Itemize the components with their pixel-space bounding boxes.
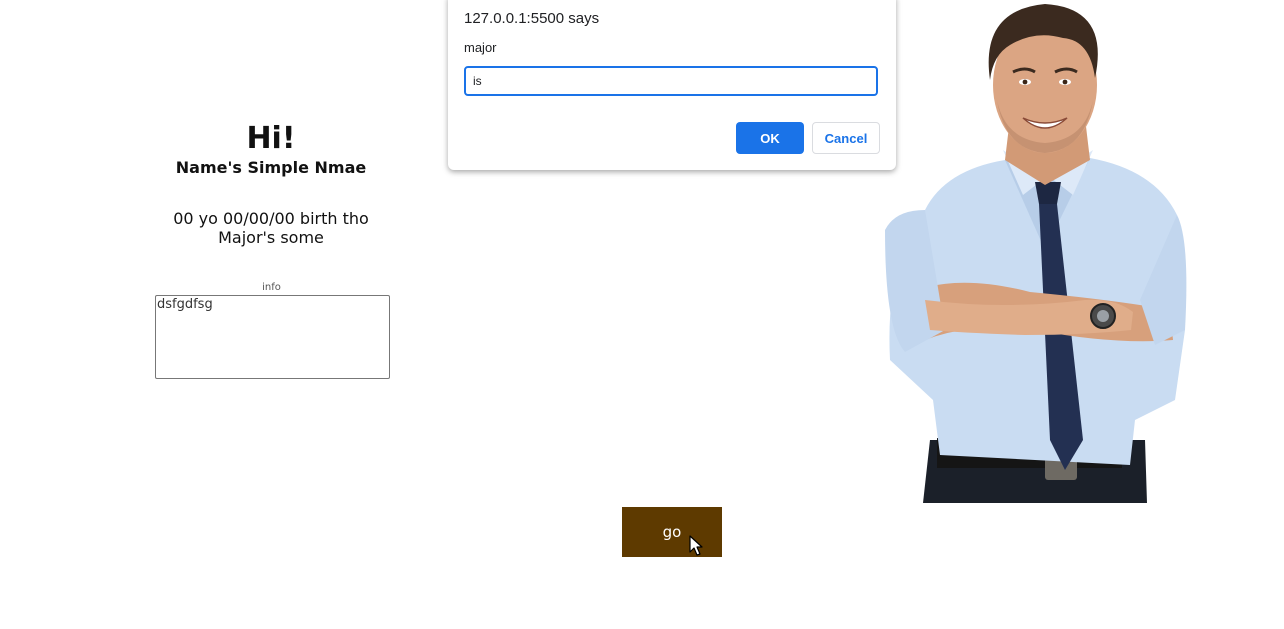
profile-section: Hi! Name's Simple Nmae 00 yo 00/00/00 bi… — [120, 120, 422, 247]
info-label: info — [262, 282, 281, 293]
info-textarea[interactable]: dsfgdfsg — [155, 295, 390, 379]
dialog-message: major — [464, 40, 497, 55]
dialog-origin-text: 127.0.0.1:5500 says — [464, 10, 600, 27]
profile-details: 00 yo 00/00/00 birth tho Major's some — [120, 209, 422, 247]
prompt-dialog: 127.0.0.1:5500 says major OK Cancel — [448, 0, 896, 170]
ok-button[interactable]: OK — [736, 122, 804, 154]
cancel-button[interactable]: Cancel — [812, 122, 880, 154]
details-line-major: Major's some — [218, 228, 324, 247]
go-button[interactable]: go — [622, 507, 722, 557]
dialog-text-input[interactable] — [464, 66, 878, 96]
business-man-photo — [885, 4, 1187, 503]
profile-name: Name's Simple Nmae — [175, 158, 367, 177]
page: Hi! Name's Simple Nmae 00 yo 00/00/00 bi… — [0, 0, 1284, 629]
greeting-heading: Hi! — [246, 121, 296, 156]
mouse-cursor-icon — [689, 535, 703, 556]
details-line-age-birth: 00 yo 00/00/00 birth tho — [173, 209, 369, 228]
